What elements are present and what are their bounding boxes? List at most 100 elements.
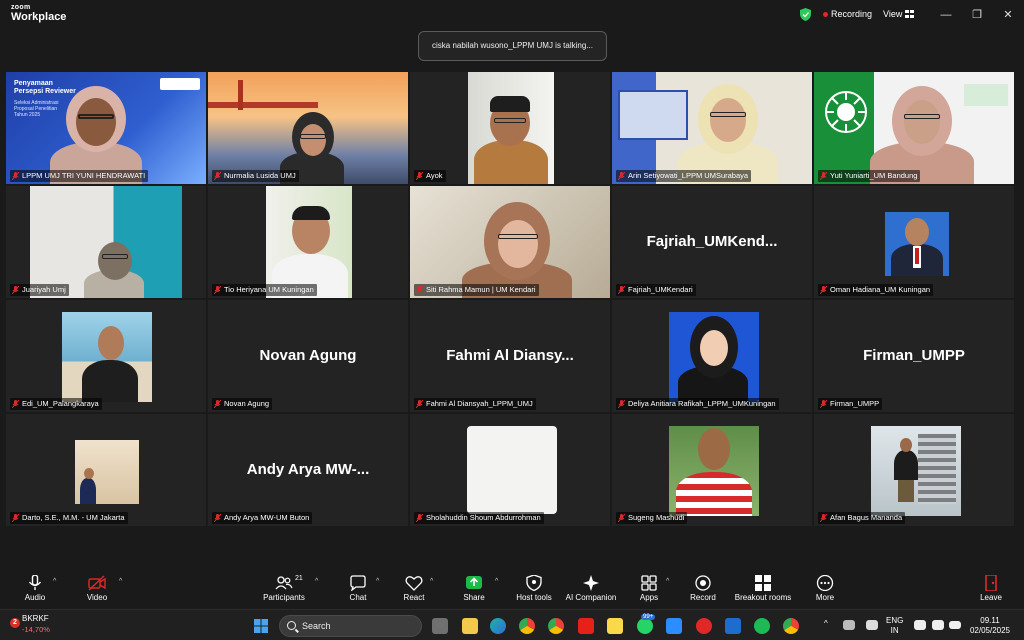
participants-count: 21	[295, 575, 303, 582]
participant-tile[interactable]: Nurmalia Lusida UMJ	[208, 72, 408, 184]
chrome-profile-icon[interactable]	[548, 618, 564, 634]
network-icon[interactable]	[866, 620, 878, 630]
participant-tile[interactable]: Edi_UM_Palangkaraya	[6, 300, 206, 412]
language-bottom: IN	[890, 626, 899, 635]
apps-button[interactable]: Apps	[636, 567, 662, 609]
participant-tile[interactable]: Deliya Anitiara Rafikah_LPPM_UMKuningan	[612, 300, 812, 412]
breakout-rooms-button[interactable]: Breakout rooms	[732, 567, 794, 609]
participant-tile[interactable]: Fajriah_UMKend... Fajriah_UMKendari	[612, 186, 812, 298]
file-explorer-icon[interactable]	[462, 618, 478, 634]
leave-label: Leave	[980, 593, 1002, 602]
participant-name: Fahmi Al Diansyah_LPPM_UMJ	[426, 399, 533, 408]
minimize-button[interactable]: —	[937, 6, 955, 24]
share-screen-icon	[466, 576, 482, 589]
share-options-chevron-icon[interactable]: ^	[495, 578, 498, 585]
mic-muted-icon	[618, 514, 625, 522]
breakout-rooms-icon	[755, 575, 771, 591]
close-button[interactable]: ✕	[999, 6, 1017, 24]
chrome-icon[interactable]	[519, 618, 535, 634]
title-bar: zoom Workplace Recording View — ❐ ✕	[0, 0, 1024, 30]
whatsapp-icon[interactable]	[637, 618, 653, 634]
wifi-icon[interactable]	[914, 620, 926, 630]
chat-button[interactable]: Chat	[344, 567, 372, 609]
participant-name-label: LPPM UMJ TRI YUNI HENDRAWATI	[10, 170, 149, 182]
participant-name: Siti Rahma Mamun | UM Kendari	[426, 285, 536, 294]
participant-name: Fajriah_UMKendari	[628, 285, 693, 294]
sticky-notes-icon[interactable]	[607, 618, 623, 634]
language-indicator[interactable]: ENG IN	[886, 616, 903, 636]
participant-tile[interactable]: Sholahuddin Shoum Abdurrohman	[410, 414, 610, 526]
participant-tile[interactable]: Andy Arya MW-... Andy Arya MW-UM Buton	[208, 414, 408, 526]
host-tools-label: Host tools	[516, 593, 552, 602]
participants-button[interactable]: Participants	[258, 567, 310, 609]
task-view-icon[interactable]	[432, 618, 448, 634]
windows-start-icon[interactable]	[254, 619, 268, 633]
grid-view-icon[interactable]	[905, 10, 914, 18]
restore-button[interactable]: ❐	[968, 6, 986, 24]
participant-tile[interactable]: Firman_UMPP Firman_UMPP	[814, 300, 1014, 412]
opera-icon[interactable]	[696, 618, 712, 634]
stock-widget[interactable]: BKRKF -14,70%	[22, 613, 50, 635]
chat-options-chevron-icon[interactable]: ^	[376, 578, 379, 585]
video-button[interactable]: Video	[82, 567, 112, 609]
record-button[interactable]: Record	[688, 567, 718, 609]
participant-name-label: Yuti Yuniarti_UM Bandung	[818, 170, 921, 182]
participant-tile[interactable]: Oman Hadiana_UM Kuningan	[814, 186, 1014, 298]
stock-widget-badge[interactable]: 2	[10, 618, 20, 628]
participant-tile[interactable]: Darto, S.E., M.M. - UM Jakarta	[6, 414, 206, 526]
language-top: ENG	[886, 616, 904, 625]
ai-companion-button[interactable]: AI Companion	[562, 567, 620, 609]
youtube-icon[interactable]	[578, 618, 594, 634]
chrome-alt-icon[interactable]	[783, 618, 799, 634]
participant-tile[interactable]: Siti Rahma Mamun | UM Kendari	[410, 186, 610, 298]
audio-button[interactable]: Audio	[20, 567, 50, 609]
react-button[interactable]: React	[400, 567, 428, 609]
mic-muted-icon	[214, 400, 221, 408]
participant-tile[interactable]: Tio Heriyana UM Kuningan	[208, 186, 408, 298]
host-tools-button[interactable]: Host tools	[513, 567, 555, 609]
chat-bubble-icon	[350, 575, 366, 591]
recording-dot-icon	[823, 12, 828, 17]
participant-tile[interactable]: Penyamaan Persepsi Reviewer Seleksi Admi…	[6, 72, 206, 184]
onedrive-icon[interactable]	[843, 620, 855, 630]
zoom-icon[interactable]	[666, 618, 682, 634]
taskbar-search[interactable]: Search	[279, 615, 422, 637]
search-placeholder: Search	[302, 621, 331, 631]
participant-display-name: Novan Agung	[259, 347, 357, 364]
share-button[interactable]: Share	[460, 567, 488, 609]
mic-muted-icon	[214, 514, 221, 522]
participant-tile[interactable]: Ayok	[410, 72, 610, 184]
participant-tile[interactable]: Sugeng Mashudi	[612, 414, 812, 526]
participant-tile[interactable]: Fahmi Al Diansy... Fahmi Al Diansyah_LPP…	[410, 300, 610, 412]
participant-tile[interactable]: Juariyah Umj	[6, 186, 206, 298]
edge-browser-icon[interactable]	[490, 618, 506, 634]
react-options-chevron-icon[interactable]: ^	[430, 578, 433, 585]
encryption-shield-icon[interactable]	[800, 8, 811, 21]
clock[interactable]: 09.11 02/05/2025	[966, 616, 1014, 636]
apps-options-chevron-icon[interactable]: ^	[666, 578, 669, 585]
more-dots-icon	[816, 575, 834, 591]
leave-button[interactable]: Leave	[976, 567, 1006, 609]
audio-options-chevron-icon[interactable]: ^	[53, 578, 56, 585]
participant-tile[interactable]: Yuti Yuniarti_UM Bandung	[814, 72, 1014, 184]
battery-icon[interactable]	[949, 621, 961, 629]
video-off-icon	[88, 575, 106, 591]
view-button[interactable]: View	[883, 9, 902, 19]
recording-indicator[interactable]: Recording	[831, 9, 872, 19]
participant-name-label: Sugeng Mashudi	[616, 512, 688, 524]
participant-tile[interactable]: Arin Setiyowati_LPPM UMSurabaya	[612, 72, 812, 184]
participant-tile[interactable]: Afan Bagus Mananda	[814, 414, 1014, 526]
participant-name-label: Novan Agung	[212, 398, 273, 410]
show-hidden-icons-chevron-icon[interactable]: ^	[824, 619, 828, 629]
volume-icon[interactable]	[932, 620, 944, 630]
participants-options-chevron-icon[interactable]: ^	[315, 578, 318, 585]
participant-name: Deliya Anitiara Rafikah_LPPM_UMKuningan	[628, 399, 776, 408]
word-icon[interactable]	[725, 618, 741, 634]
more-button[interactable]: More	[810, 567, 840, 609]
sparkle-icon	[583, 575, 599, 591]
participant-name-label: Firman_UMPP	[818, 398, 883, 410]
spotify-icon[interactable]	[754, 618, 770, 634]
mic-muted-icon	[618, 172, 625, 180]
video-options-chevron-icon[interactable]: ^	[119, 578, 122, 585]
participant-tile[interactable]: Novan Agung Novan Agung	[208, 300, 408, 412]
